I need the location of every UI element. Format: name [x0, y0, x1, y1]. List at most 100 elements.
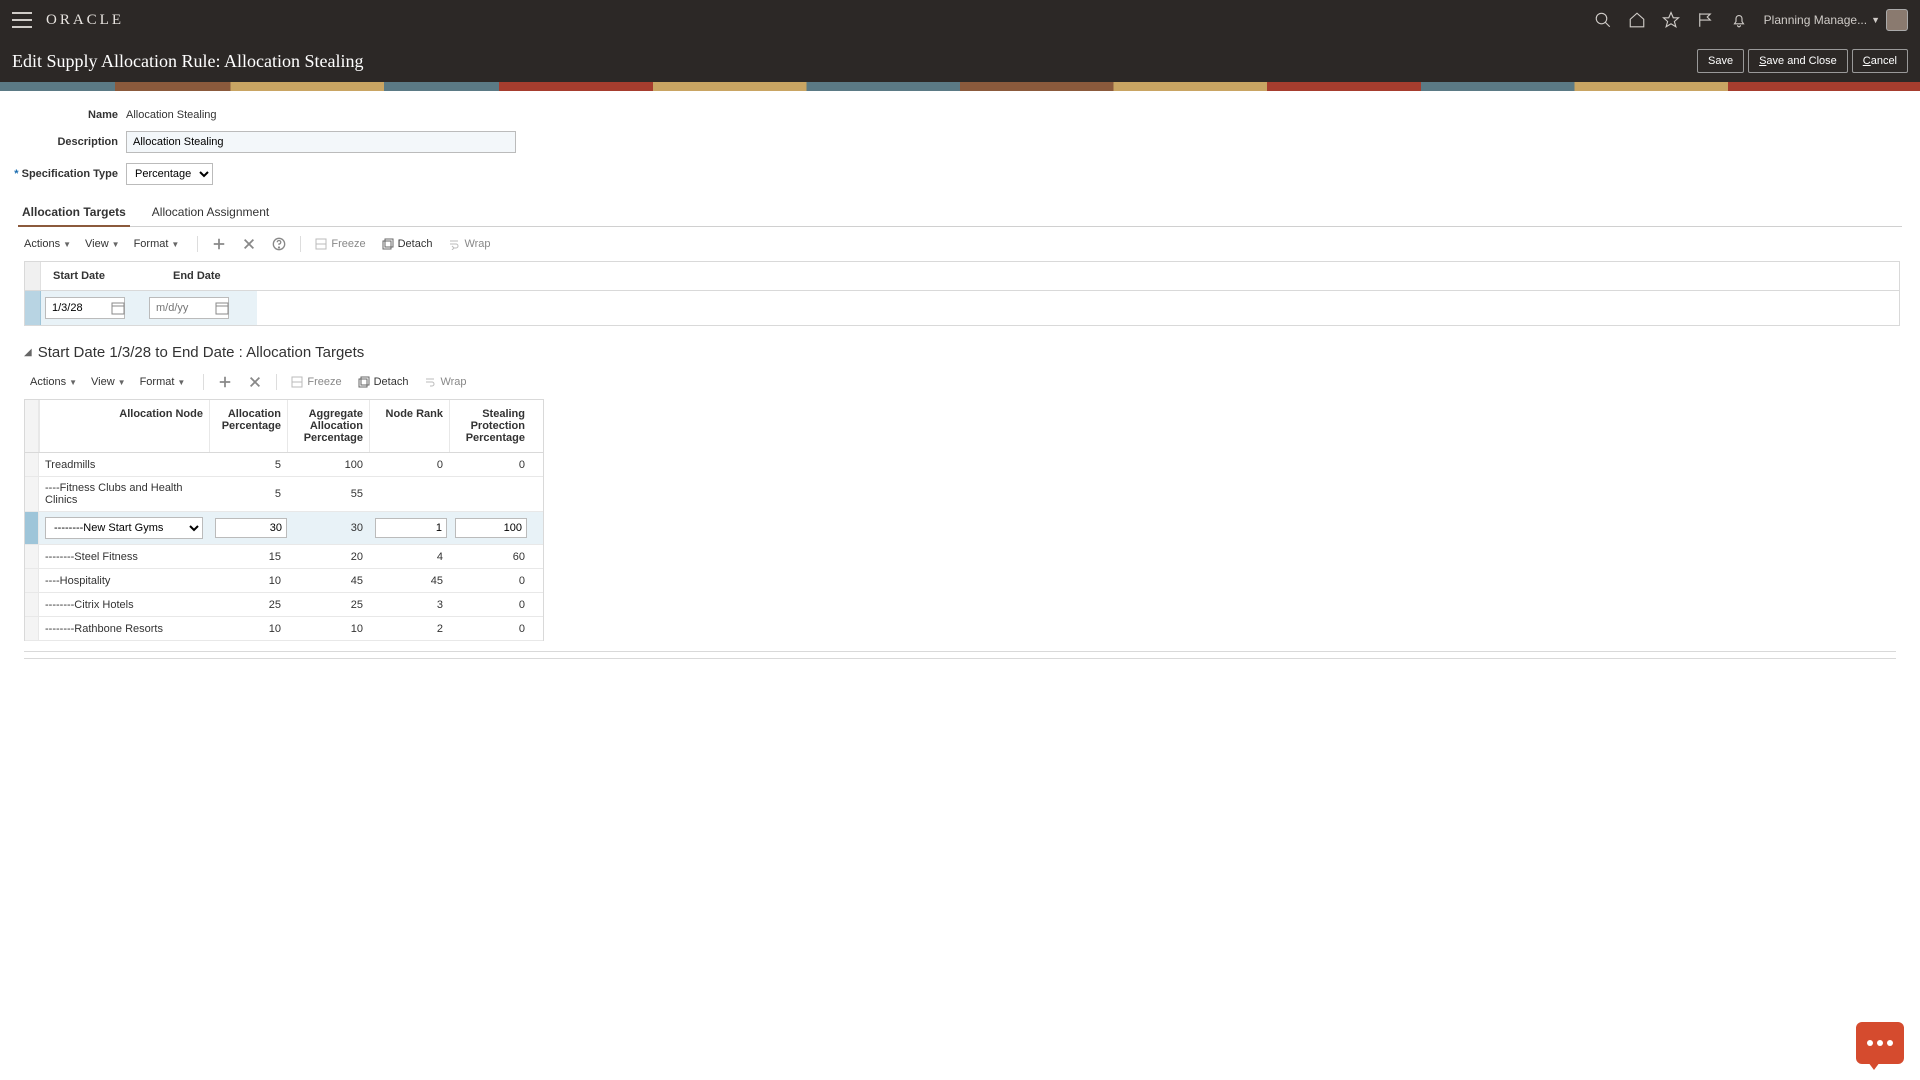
detach-button-2[interactable]: Detach	[358, 376, 409, 388]
allocation-pct-cell: 5	[209, 483, 287, 505]
col-allocation-pct[interactable]: Allocation Percentage	[209, 400, 287, 452]
allocation-table-head: Allocation Node Allocation Percentage Ag…	[25, 400, 543, 453]
stealing-protection-input[interactable]	[455, 518, 527, 538]
allocation-footer-divider	[24, 651, 1896, 659]
table-row[interactable]: --------Citrix Hotels252530	[25, 593, 543, 617]
allocation-node-cell: --------Steel Fitness	[39, 546, 209, 568]
freeze-button[interactable]: Freeze	[315, 238, 365, 250]
cancel-button[interactable]: Cancel	[1852, 49, 1908, 73]
oracle-logo: ORACLE	[46, 12, 124, 29]
aggregate-pct-cell: 55	[287, 483, 369, 505]
allocation-node-cell: --------Citrix Hotels	[39, 594, 209, 616]
row-selector[interactable]	[25, 512, 39, 544]
start-date-header: Start Date	[41, 262, 161, 290]
flag-icon[interactable]	[1694, 9, 1716, 31]
node-rank-cell: 3	[369, 594, 449, 616]
node-rank-cell	[369, 489, 449, 499]
stealing-protection-cell	[449, 489, 531, 499]
search-icon[interactable]	[1592, 9, 1614, 31]
daterange-row-selector[interactable]	[25, 291, 41, 325]
col-aggregate-pct[interactable]: Aggregate Allocation Percentage	[287, 400, 369, 452]
view-menu[interactable]: View▼	[85, 238, 120, 250]
description-label: Description	[18, 136, 118, 148]
delete-icon-2[interactable]	[246, 373, 264, 391]
spec-type-label: Specification Type	[18, 168, 118, 180]
delete-icon[interactable]	[240, 235, 258, 253]
name-value: Allocation Stealing	[126, 109, 217, 121]
save-button[interactable]: Save	[1697, 49, 1744, 73]
section-title: Start Date 1/3/28 to End Date : Allocati…	[38, 344, 365, 361]
collapse-icon[interactable]: ◢	[24, 347, 32, 358]
page-content: Name Allocation Stealing Description Spe…	[0, 91, 1920, 659]
avatar[interactable]	[1886, 9, 1908, 31]
help-icon[interactable]	[270, 235, 288, 253]
name-label: Name	[18, 109, 118, 121]
table-row[interactable]: Treadmills510000	[25, 453, 543, 477]
rule-form: Name Allocation Stealing Description Spe…	[18, 109, 1910, 185]
save-and-close-button[interactable]: Save and Close	[1748, 49, 1848, 73]
calendar-icon[interactable]	[111, 301, 125, 315]
end-date-header: End Date	[161, 262, 281, 290]
stealing-protection-cell: 0	[449, 570, 531, 592]
tab-allocation-assignment[interactable]: Allocation Assignment	[148, 199, 273, 226]
allocation-node-cell: ----Hospitality	[39, 570, 209, 592]
wrap-button-2[interactable]: Wrap	[424, 376, 466, 388]
stealing-protection-cell: 0	[449, 454, 531, 476]
tab-bar: Allocation Targets Allocation Assignment	[18, 199, 1902, 227]
actions-menu[interactable]: Actions▼	[24, 238, 71, 250]
allocation-table: Allocation Node Allocation Percentage Ag…	[24, 399, 544, 641]
table-row[interactable]: ----Hospitality1045450	[25, 569, 543, 593]
format-menu-2[interactable]: Format▼	[140, 376, 186, 388]
row-selector[interactable]	[25, 545, 39, 568]
tab-allocation-targets[interactable]: Allocation Targets	[18, 199, 130, 227]
table-row[interactable]: --------Rathbone Resorts101020	[25, 617, 543, 641]
alloc-toolbar: Actions▼ View▼ Format▼ Freeze Detach Wra…	[10, 365, 1910, 399]
allocation-node-cell: ----Fitness Clubs and Health Clinics	[39, 477, 209, 511]
allocation-pct-cell: 10	[209, 618, 287, 640]
format-menu[interactable]: Format▼	[134, 238, 180, 250]
hamburger-icon[interactable]	[12, 12, 32, 28]
allocation-node-select[interactable]: --------New Start Gyms	[45, 517, 203, 539]
actions-menu-2[interactable]: Actions▼	[30, 376, 77, 388]
row-selector[interactable]	[25, 617, 39, 640]
view-menu-2[interactable]: View▼	[91, 376, 126, 388]
row-selector[interactable]	[25, 593, 39, 616]
decorative-ribbon	[0, 82, 1920, 91]
aggregate-pct-cell: 25	[287, 594, 369, 616]
row-selector[interactable]	[25, 569, 39, 592]
row-selector[interactable]	[25, 453, 39, 476]
allocation-node-cell: --------Rathbone Resorts	[39, 618, 209, 640]
aggregate-pct-cell: 10	[287, 618, 369, 640]
node-rank-cell: 4	[369, 546, 449, 568]
freeze-button-2[interactable]: Freeze	[291, 376, 341, 388]
home-icon[interactable]	[1626, 9, 1648, 31]
user-menu[interactable]: Planning Manage... ▼	[1764, 13, 1880, 27]
calendar-icon[interactable]	[215, 301, 229, 315]
table-row[interactable]: --------Steel Fitness1520460	[25, 545, 543, 569]
allocation-node-cell: Treadmills	[39, 454, 209, 476]
stealing-protection-cell: 60	[449, 546, 531, 568]
description-input[interactable]	[126, 131, 516, 153]
star-icon[interactable]	[1660, 9, 1682, 31]
allocation-pct-input[interactable]	[215, 518, 287, 538]
table-row[interactable]: --------New Start Gyms30	[25, 512, 543, 545]
daterange-toolbar: Actions▼ View▼ Format▼ Freeze Detach Wra…	[10, 227, 1910, 261]
row-selector[interactable]	[25, 477, 39, 511]
allocation-pct-cell: 15	[209, 546, 287, 568]
user-label: Planning Manage...	[1764, 13, 1867, 27]
section-header: ◢ Start Date 1/3/28 to End Date : Alloca…	[24, 344, 1896, 361]
chat-icon[interactable]	[1856, 1022, 1904, 1064]
col-allocation-node[interactable]: Allocation Node	[39, 400, 209, 452]
spec-type-select[interactable]: Percentage	[126, 163, 213, 185]
allocation-pct-cell: 25	[209, 594, 287, 616]
col-stealing-protection[interactable]: Stealing Protection Percentage	[449, 400, 531, 452]
node-rank-input[interactable]	[375, 518, 447, 538]
node-rank-cell: 2	[369, 618, 449, 640]
table-row[interactable]: ----Fitness Clubs and Health Clinics555	[25, 477, 543, 512]
col-node-rank[interactable]: Node Rank	[369, 400, 449, 452]
bell-icon[interactable]	[1728, 9, 1750, 31]
add-icon[interactable]	[210, 235, 228, 253]
add-icon-2[interactable]	[216, 373, 234, 391]
detach-button[interactable]: Detach	[382, 238, 433, 250]
wrap-button[interactable]: Wrap	[448, 238, 490, 250]
